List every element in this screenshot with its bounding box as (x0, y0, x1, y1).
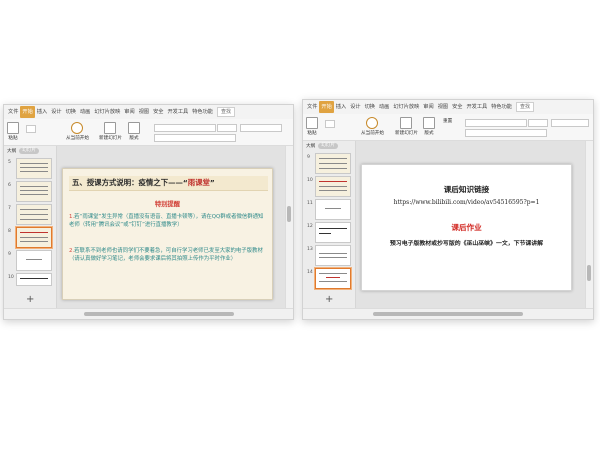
play-icon (71, 122, 84, 134)
notice-item-2: 2.若联系不到老师也请同学们不要着急，可自行学习老师已发至大家的电子版教材（请认… (69, 248, 263, 262)
new-slide-button[interactable]: 新建幻灯片 (395, 117, 418, 136)
tab-animation[interactable]: 动画 (377, 101, 391, 113)
tab-design[interactable]: 设计 (348, 101, 362, 113)
paste-button[interactable]: 粘贴 (7, 122, 19, 141)
file-menu[interactable]: 文件 (303, 101, 319, 113)
cut-button[interactable] (325, 120, 335, 128)
layout-icon (423, 117, 435, 129)
slide-thumbnail[interactable]: 12 (303, 222, 355, 243)
tab-developer[interactable]: 开发工具 (464, 101, 489, 113)
tab-review[interactable]: 审阅 (421, 101, 435, 113)
new-slide-icon (400, 117, 413, 129)
slide-thumbnail[interactable]: 10 (303, 176, 355, 197)
homework-description: 预习电子版教材或抄写版的《巫山巫峡》一文，下节课讲解 (389, 240, 544, 247)
current-slide-right[interactable]: 课后知识链接 https://www.bilibili.com/video/av… (361, 164, 572, 291)
font-size-select[interactable] (528, 119, 548, 127)
tab-developer[interactable]: 开发工具 (165, 106, 190, 118)
play-icon (366, 117, 379, 129)
font-name-select[interactable] (465, 119, 527, 127)
tab-view[interactable]: 视图 (137, 106, 151, 118)
add-slide-button[interactable]: + (325, 295, 333, 305)
slide-thumbnail[interactable]: 9 (4, 250, 56, 271)
tab-security[interactable]: 安全 (151, 106, 165, 118)
search-button[interactable]: 查找 (217, 107, 236, 117)
vertical-scrollbar[interactable] (285, 146, 293, 309)
tab-security[interactable]: 安全 (450, 101, 464, 113)
font-format-bar[interactable] (154, 134, 236, 142)
slide-thumbnail[interactable]: 13 (303, 245, 355, 266)
ribbon-tab-bar: 文件 开始 插入 设计 切换 动画 幻灯片放映 审阅 视图 安全 开发工具 特色… (4, 105, 293, 119)
tab-transition[interactable]: 切换 (64, 106, 78, 118)
slide-thumbnail[interactable]: 9 (303, 153, 355, 174)
tab-view[interactable]: 视图 (436, 101, 450, 113)
cut-button[interactable] (26, 125, 36, 133)
play-from-current-button[interactable]: 从当前开始 (66, 122, 89, 141)
tab-transition[interactable]: 切换 (363, 101, 377, 113)
notice-item-1: 1.若“雨课堂”发生异常（直播没有语音、直播卡顿等），请在QQ群或者微信群通知老… (69, 214, 264, 228)
slides-tab[interactable]: 幻灯片 (318, 142, 338, 149)
link-heading: 课后知识链接 (443, 185, 490, 194)
font-name-select[interactable] (154, 124, 216, 132)
tab-design[interactable]: 设计 (49, 106, 63, 118)
slide-thumbnail[interactable]: 11 (303, 199, 355, 220)
current-slide-left[interactable]: 五、授课方式说明：疫情之下——“雨课堂” 特别提醒 1.若“雨课堂”发生异常（直… (62, 168, 273, 300)
layout-button[interactable]: 版式 (128, 122, 140, 141)
tab-features[interactable]: 特色功能 (489, 101, 514, 113)
horizontal-scrollbar[interactable] (4, 308, 293, 319)
paste-icon (306, 117, 318, 129)
ribbon-tab-bar: 文件 开始 插入 设计 切换 动画 幻灯片放映 审阅 视图 安全 开发工具 特色… (303, 100, 593, 114)
reset-button[interactable]: 重置 (443, 118, 452, 124)
ribbon-toolbar: 粘贴 从当前开始 新建幻灯片 版式 (4, 119, 293, 146)
layout-icon (128, 122, 140, 134)
tab-features[interactable]: 特色功能 (190, 106, 215, 118)
slide-title: 五、授课方式说明：疫情之下——“雨课堂” (69, 176, 268, 191)
tab-insert[interactable]: 插入 (35, 106, 49, 118)
slides-tab[interactable]: 幻灯片 (19, 147, 39, 154)
file-menu[interactable]: 文件 (4, 106, 20, 118)
video-url: https://www.bilibili.com/video/av5451659… (393, 199, 540, 206)
slide-thumbnail-selected[interactable]: 8 (4, 227, 56, 248)
paragraph-bar[interactable] (551, 119, 589, 127)
tab-insert[interactable]: 插入 (334, 101, 348, 113)
homework-heading: 课后作业 (451, 223, 482, 232)
paragraph-bar[interactable] (240, 124, 282, 132)
notice-heading: 特别提醒 (154, 201, 181, 208)
slide-thumbnail[interactable]: 7 (4, 204, 56, 225)
paste-button[interactable]: 粘贴 (306, 117, 318, 136)
new-slide-button[interactable]: 新建幻灯片 (99, 122, 122, 141)
tab-slideshow[interactable]: 幻灯片放映 (92, 106, 122, 118)
layout-button[interactable]: 版式 (423, 117, 435, 136)
new-slide-icon (104, 122, 117, 134)
slide-thumbnail[interactable]: 10 (4, 273, 56, 293)
font-size-select[interactable] (217, 124, 237, 132)
paste-icon (7, 122, 19, 134)
slide-panel: 大纲 幻灯片 9 10 11 12 13 14 + (303, 141, 356, 309)
tab-animation[interactable]: 动画 (78, 106, 92, 118)
font-format-bar[interactable] (465, 129, 547, 137)
slide-panel: 大纲 幻灯片 5 6 7 8 9 10 + (4, 146, 57, 309)
tab-home[interactable]: 开始 (319, 101, 334, 113)
tab-review[interactable]: 审阅 (122, 106, 136, 118)
horizontal-scrollbar[interactable] (303, 308, 593, 319)
vertical-scrollbar[interactable] (585, 141, 593, 309)
slide-thumbnail-selected[interactable]: 14 (303, 268, 355, 289)
slide-thumbnail[interactable]: 6 (4, 181, 56, 202)
outline-tab[interactable]: 大纲 (306, 143, 315, 149)
ribbon-toolbar: 粘贴 从当前开始 新建幻灯片 版式 重置 (303, 114, 593, 141)
search-button[interactable]: 查找 (516, 102, 535, 112)
play-from-current-button[interactable]: 从当前开始 (361, 117, 384, 136)
outline-tab[interactable]: 大纲 (7, 148, 16, 154)
tab-slideshow[interactable]: 幻灯片放映 (391, 101, 421, 113)
add-slide-button[interactable]: + (26, 295, 34, 305)
slide-thumbnail[interactable]: 5 (4, 158, 56, 179)
tab-home[interactable]: 开始 (20, 106, 35, 118)
